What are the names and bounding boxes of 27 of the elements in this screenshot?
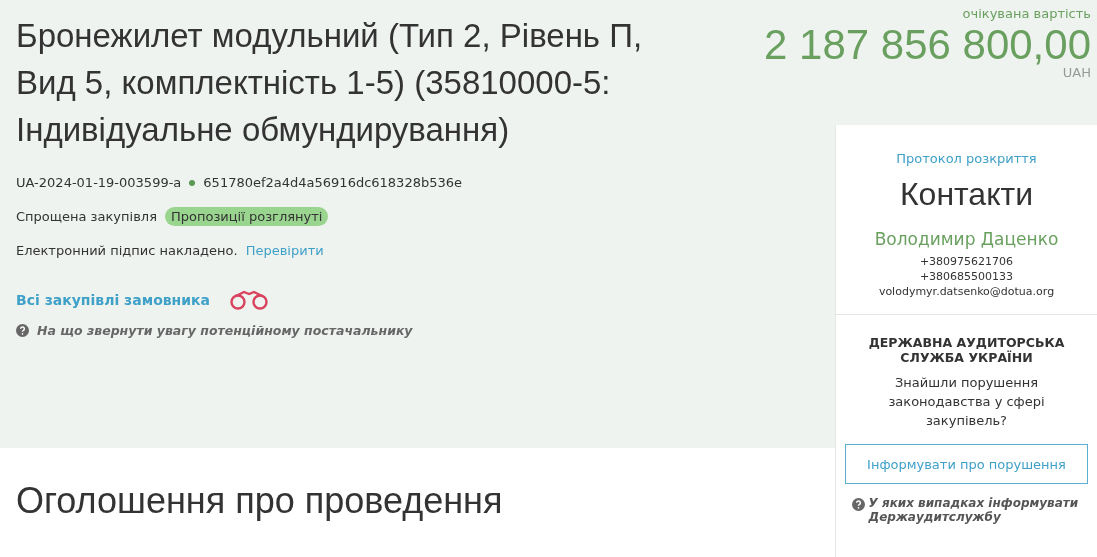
procedure-type: Спрощена закупівля bbox=[16, 209, 157, 224]
audit-question: Знайшли порушення законодавства у сфері закупівель? bbox=[887, 374, 1046, 430]
tender-title: Бронежилет модульний (Тип 2, Рівень П, Вид 5, комплектність 1-5) (35810000-5: Індивідуальне обмундирування) bbox=[16, 16, 644, 150]
help-icon bbox=[16, 324, 29, 337]
price-label: очікувана вартість bbox=[962, 6, 1091, 21]
contact-detail: +380975621706 bbox=[919, 255, 1014, 268]
audit-service-title: ДЕРЖАВНА АУДИТОРСЬКА СЛУЖБА УКРАЇНИ bbox=[867, 335, 1066, 365]
supplier-hint-link[interactable]: На що звернути увагу потенційному постачальнику bbox=[37, 323, 413, 338]
contacts-heading: Контакти bbox=[899, 176, 1034, 213]
price-amount: 2 187 856 800,00 bbox=[764, 21, 1091, 68]
audit-hint-link[interactable]: У яких випадках інформувати Держаудитслужбу bbox=[868, 496, 1082, 524]
separator-dot bbox=[189, 179, 196, 186]
tender-id: UA-2024-01-19-003599-a bbox=[16, 175, 182, 190]
tender-hash: 651780ef2a4d4a56916dc618328b536e bbox=[203, 175, 462, 190]
binoculars-icon[interactable] bbox=[228, 289, 271, 311]
protocol-link[interactable]: Протокол розкриття bbox=[896, 151, 1037, 166]
all-purchases-link[interactable]: Всі закупівлі замовника bbox=[16, 292, 211, 308]
signature-text: Електронний підпис накладено. bbox=[16, 243, 238, 258]
help-icon bbox=[851, 498, 865, 511]
contact-detail: volodymyr.datsenko@dotua.org bbox=[878, 285, 1055, 298]
section-heading: Оголошення про проведення bbox=[16, 480, 504, 522]
currency: UAH bbox=[1062, 65, 1091, 80]
verify-link[interactable]: Перевірити bbox=[245, 243, 324, 258]
contact-detail: +380685500133 bbox=[919, 270, 1014, 283]
report-violation-button[interactable]: Інформувати про порушення bbox=[845, 444, 1088, 484]
contact-name: Володимир Даценко bbox=[874, 229, 1059, 249]
status-badge: Пропозиції розглянуті bbox=[164, 207, 329, 226]
